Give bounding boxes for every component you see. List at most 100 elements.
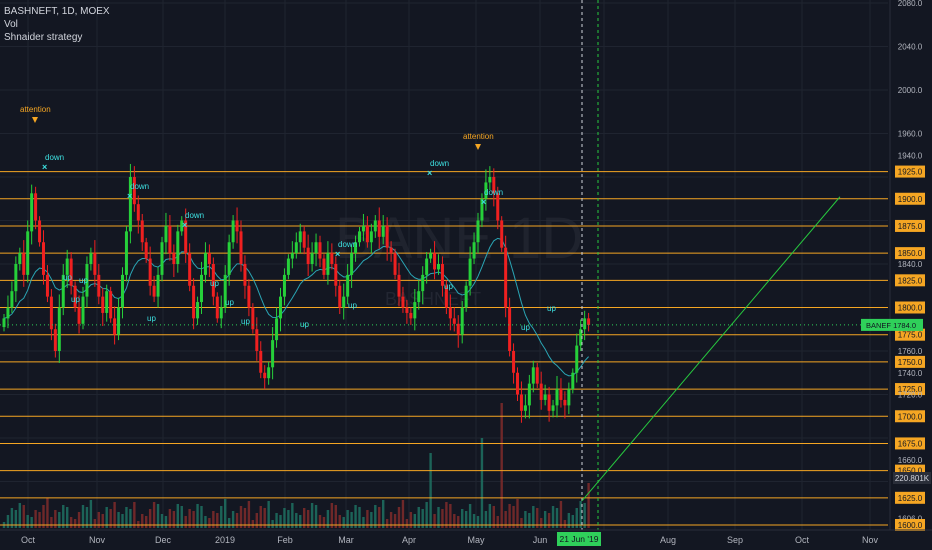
x-tick-label: Nov xyxy=(89,535,106,545)
candle-body xyxy=(527,383,531,406)
volume-bar xyxy=(184,516,187,528)
volume-bar xyxy=(480,438,484,528)
candle-body xyxy=(53,329,57,351)
candle-body xyxy=(575,345,579,373)
volume-bar xyxy=(279,515,282,528)
level-tag: 1875.0 xyxy=(898,222,923,231)
volume-bar xyxy=(567,513,571,528)
volume-bar xyxy=(196,504,199,528)
signal-cross: × xyxy=(427,168,432,178)
candle-body xyxy=(188,253,192,286)
candle-body xyxy=(81,296,85,324)
candle-body xyxy=(18,253,22,264)
volume-bar xyxy=(496,516,499,528)
candle-body xyxy=(6,307,10,319)
candle-body xyxy=(358,231,361,243)
candle-body xyxy=(259,351,263,373)
volume-bar xyxy=(389,512,393,528)
x-tick-label: May xyxy=(467,535,485,545)
volume-bar xyxy=(563,520,567,528)
candle-body xyxy=(409,312,413,319)
volume-bar xyxy=(429,453,432,528)
candle-body xyxy=(124,231,128,275)
candle-body xyxy=(235,220,239,232)
signal-up-label: up xyxy=(521,323,530,332)
candle-body xyxy=(152,285,156,297)
volume-bar xyxy=(413,514,416,528)
chart-legend: BASHNEFT, 1D, MOEX Vol Shnaider strategy xyxy=(4,5,110,44)
volume-bar xyxy=(472,514,476,528)
candle-body xyxy=(286,258,290,275)
candle-body xyxy=(42,242,45,275)
candle-body xyxy=(89,253,93,264)
signal-up-label: up xyxy=(241,317,250,326)
candle-body xyxy=(34,193,38,221)
candle-body xyxy=(500,220,504,248)
candle-body xyxy=(421,274,425,292)
candle-body xyxy=(429,253,433,259)
x-tick-label: Oct xyxy=(21,535,36,545)
candle-body xyxy=(176,231,180,264)
price-chart[interactable]: BANE 1D BASHNEFT upupupupupupupupupupupu… xyxy=(0,0,932,550)
volume-bar xyxy=(330,503,334,528)
signal-cross: × xyxy=(42,162,47,172)
volume-bar xyxy=(101,514,104,528)
candle-body xyxy=(215,296,219,319)
x-tick-label: Sep xyxy=(727,535,743,545)
x-tick-label: 2019 xyxy=(215,535,235,545)
level-tag: 1600.0 xyxy=(898,521,923,530)
candle-body xyxy=(496,193,500,221)
volume-bar xyxy=(453,514,456,528)
last-price-tag: BANEF 1784.0 xyxy=(866,321,916,330)
volume-bar xyxy=(164,516,168,528)
candle-body xyxy=(271,340,275,368)
volume-bar xyxy=(235,513,239,528)
signal-up-label: up xyxy=(547,304,556,313)
candle-body xyxy=(172,253,176,264)
candle-body xyxy=(326,253,330,275)
volume-bar xyxy=(255,513,258,528)
candle-body xyxy=(369,231,373,243)
y-tick-label: 1960.0 xyxy=(898,130,923,139)
candle-body xyxy=(101,296,105,313)
candle-body xyxy=(200,274,203,303)
candle-body xyxy=(290,253,294,259)
symbol-title[interactable]: BASHNEFT, 1D, MOEX xyxy=(4,5,110,18)
volume-bar xyxy=(89,500,93,528)
level-tag: 1700.0 xyxy=(898,412,923,421)
candle-body xyxy=(140,220,144,243)
signal-down-label: down xyxy=(484,188,503,197)
volume-bar xyxy=(121,514,124,528)
candle-body xyxy=(294,242,298,254)
candle-body xyxy=(456,323,460,335)
volume-bar xyxy=(342,517,345,528)
signal-up-label: up xyxy=(225,298,234,307)
candle-body xyxy=(93,253,97,275)
volume-bar xyxy=(299,515,302,528)
candle-body xyxy=(365,225,369,243)
volume-bar xyxy=(310,503,314,528)
candle-body xyxy=(512,351,516,373)
y-tick-label: 2000.0 xyxy=(898,86,923,95)
indicator-vol[interactable]: Vol xyxy=(4,18,110,31)
volume-bar xyxy=(38,512,41,528)
indicator-shnaider[interactable]: Shnaider strategy xyxy=(4,31,110,44)
volume-bar xyxy=(405,519,409,528)
volume-bar xyxy=(445,502,448,528)
signal-cross: × xyxy=(182,220,187,230)
volume-bar xyxy=(117,512,120,528)
candle-body xyxy=(310,253,314,264)
candle-body xyxy=(279,296,282,319)
candle-body xyxy=(476,220,480,243)
volume-bar xyxy=(208,518,211,528)
candle-body xyxy=(306,247,310,264)
volume-bar xyxy=(141,514,144,528)
candle-body xyxy=(433,253,437,270)
y-tick-label: 1760.0 xyxy=(898,347,923,356)
y-tick-label: 1660.0 xyxy=(898,456,923,465)
candle-body xyxy=(275,318,279,341)
volume-bar xyxy=(500,403,503,528)
y-tick-label: 1740.0 xyxy=(898,369,923,378)
volume-bar xyxy=(583,503,586,528)
y-tick-label: 1840.0 xyxy=(898,260,923,269)
